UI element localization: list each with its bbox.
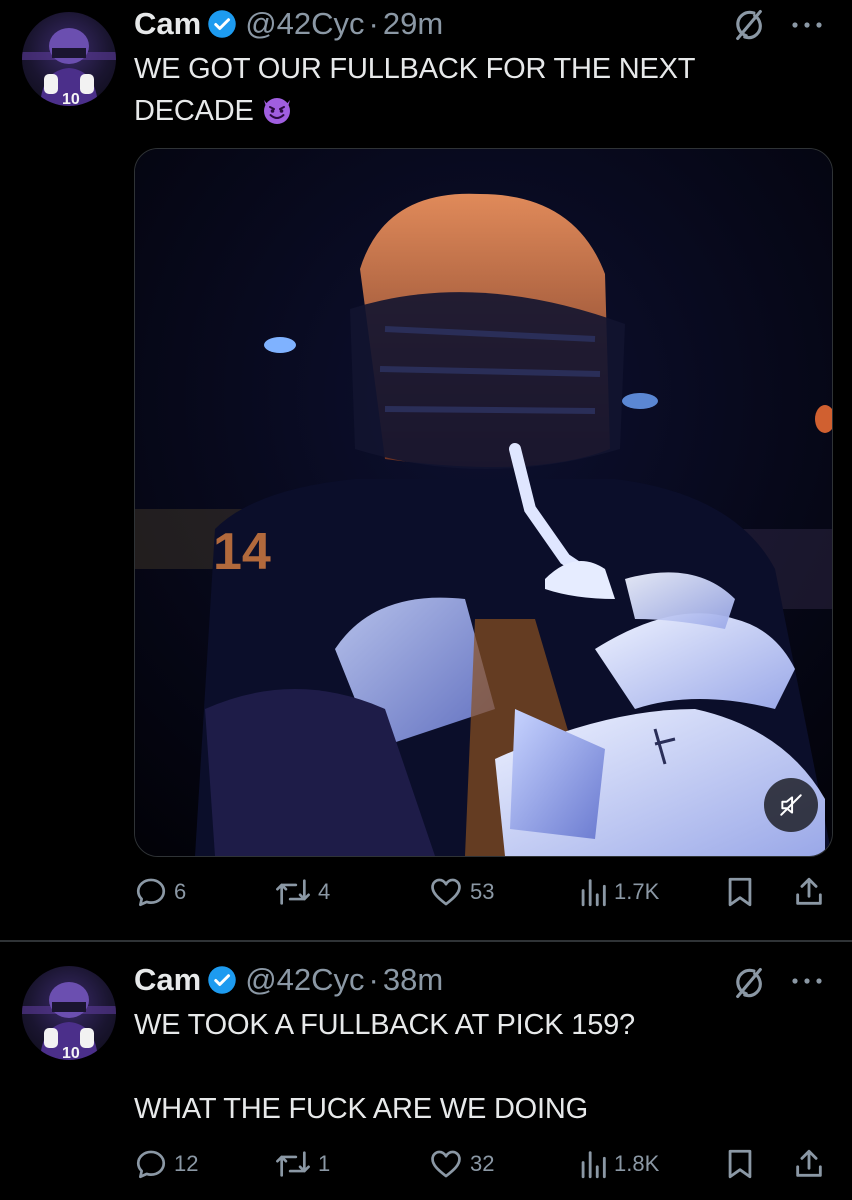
- timestamp[interactable]: 29m: [383, 6, 443, 42]
- reply-count: 12: [174, 1151, 199, 1176]
- tweet-text: WE GOT OUR FULLBACK FOR THE NEXT DECADE: [134, 48, 794, 138]
- reply-icon: [136, 878, 166, 907]
- view-count: 1.8K: [614, 1151, 660, 1176]
- tweet-header: Cam @42Cyc · 29m: [134, 4, 443, 44]
- tweet-actions: 6 4 53 1.7K: [134, 872, 834, 912]
- share-icon: [796, 1149, 822, 1177]
- tweet-text-line: WHAT THE FUCK ARE WE DOING: [134, 1093, 588, 1125]
- svg-text:10: 10: [62, 91, 80, 106]
- bookmark-button[interactable]: [724, 1144, 756, 1184]
- avatar[interactable]: 10: [22, 12, 116, 106]
- views-button[interactable]: 1.7K: [578, 872, 659, 912]
- view-count: 1.7K: [614, 879, 660, 904]
- grok-icon[interactable]: [732, 8, 766, 42]
- like-button[interactable]: 32: [428, 1144, 494, 1184]
- tweet-text-line: WE TOOK A FULLBACK AT PICK 159?: [134, 1009, 635, 1041]
- like-count: 53: [470, 879, 495, 904]
- author-handle[interactable]: @42Cyc: [245, 6, 364, 42]
- jersey-number: 14: [213, 523, 271, 581]
- like-button[interactable]: 53: [428, 872, 494, 912]
- grok-icon[interactable]: [732, 966, 766, 1000]
- reply-button[interactable]: 12: [134, 1144, 198, 1184]
- tweet-text-line: DECADE: [134, 90, 794, 138]
- share-button[interactable]: [792, 872, 826, 912]
- timestamp[interactable]: 38m: [383, 962, 443, 998]
- svg-text:10: 10: [62, 1045, 80, 1060]
- more-options-icon[interactable]: [786, 10, 828, 40]
- verified-badge-icon: [207, 9, 237, 39]
- separator-dot: ·: [368, 962, 379, 997]
- author-name[interactable]: Cam: [134, 962, 201, 998]
- share-icon: [796, 877, 822, 905]
- views-icon: [581, 879, 606, 907]
- repost-count: 1: [318, 1151, 331, 1176]
- verified-badge-icon: [207, 965, 237, 995]
- smiling-devil-emoji: [260, 92, 294, 138]
- tweet-header: Cam @42Cyc · 38m: [134, 960, 443, 1000]
- bookmark-button[interactable]: [724, 872, 756, 912]
- bookmark-icon: [728, 877, 752, 907]
- mute-toggle-icon[interactable]: [764, 778, 818, 832]
- reply-icon: [136, 1150, 166, 1179]
- video-player[interactable]: 14: [134, 148, 833, 857]
- more-options-icon[interactable]: [786, 966, 828, 996]
- tweet-text: WE TOOK A FULLBACK AT PICK 159? WHAT THE…: [134, 1004, 794, 1130]
- tweet-actions: 12 1 32 1.8K: [134, 1144, 834, 1184]
- repost-button[interactable]: 4: [274, 872, 330, 912]
- separator-dot: ·: [368, 6, 379, 41]
- bookmark-icon: [728, 1149, 752, 1179]
- reply-count: 6: [174, 879, 187, 904]
- video-frame: 14: [135, 149, 832, 856]
- share-button[interactable]: [792, 1144, 826, 1184]
- tweet-text-line: WE GOT OUR FULLBACK FOR THE NEXT: [134, 53, 696, 85]
- tweet-2[interactable]: 10 Cam @42Cyc · 38m WE TOOK A FULLBACK A…: [0, 944, 852, 1200]
- heart-icon: [431, 1150, 461, 1178]
- repost-icon: [276, 879, 310, 905]
- author-handle[interactable]: @42Cyc: [245, 962, 364, 998]
- repost-icon: [276, 1151, 310, 1177]
- avatar[interactable]: 10: [22, 966, 116, 1060]
- repost-count: 4: [318, 879, 331, 904]
- reply-button[interactable]: 6: [134, 872, 186, 912]
- views-icon: [581, 1151, 606, 1179]
- views-button[interactable]: 1.8K: [578, 1144, 659, 1184]
- repost-button[interactable]: 1: [274, 1144, 330, 1184]
- heart-icon: [431, 878, 461, 906]
- like-count: 32: [470, 1151, 495, 1176]
- tweet-divider: [0, 940, 852, 942]
- author-name[interactable]: Cam: [134, 6, 201, 42]
- tweet-1[interactable]: 10 Cam @42Cyc · 29m WE GOT OUR FULLBACK …: [0, 0, 852, 940]
